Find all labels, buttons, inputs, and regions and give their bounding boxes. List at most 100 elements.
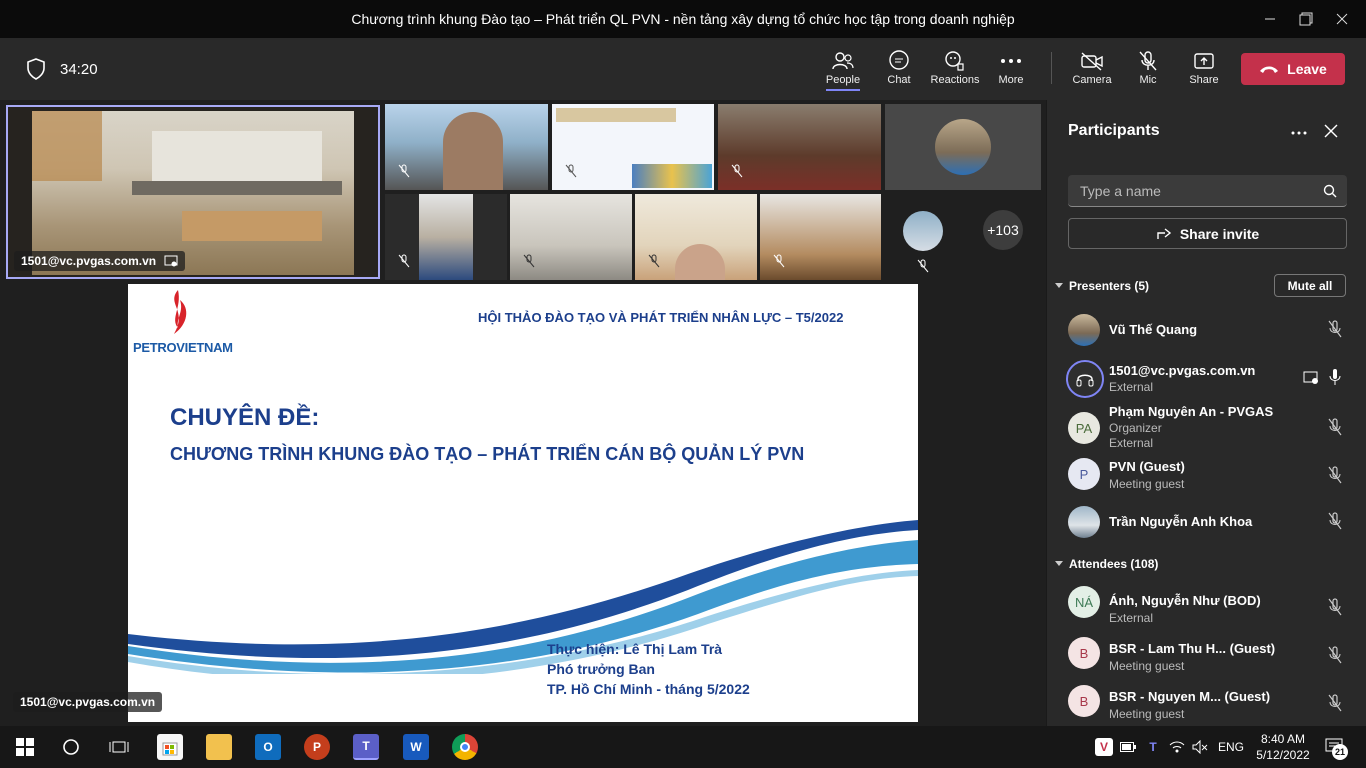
clock-time: 8:40 AM (1260, 732, 1306, 746)
more-label: More (998, 74, 1024, 86)
chevron-down-icon (1055, 283, 1063, 288)
more-button[interactable]: More (983, 48, 1039, 86)
meeting-toolbar: 34:20 People Chat Reactions More Camera … (0, 38, 1366, 100)
toolbar-divider (1051, 52, 1052, 84)
participant-subtitle: Meeting guest (1109, 477, 1185, 491)
video-tile[interactable] (885, 104, 1041, 190)
shield-icon (27, 58, 45, 80)
wifi-icon[interactable] (1168, 738, 1186, 756)
video-tile[interactable] (718, 104, 881, 190)
camera-button[interactable]: Camera (1064, 48, 1120, 86)
close-panel-icon[interactable] (1324, 124, 1338, 143)
participant-person (419, 194, 473, 280)
volume-muted-icon[interactable] (1191, 738, 1209, 756)
chevron-down-icon (1055, 561, 1063, 566)
participant-row[interactable]: PA Phạm Nguyên An - PVGAS Organizer Exte… (1068, 404, 1358, 456)
participant-row[interactable]: B BSR - Nguyen M... (Guest) Meeting gues… (1068, 683, 1358, 727)
avatar: B (1068, 637, 1100, 669)
participant-name: Ánh, Nguyễn Như (BOD) (1109, 593, 1261, 608)
participant-search-input[interactable]: Type a name (1068, 175, 1347, 207)
participant-row[interactable]: NÁ Ánh, Nguyễn Như (BOD) External (1068, 584, 1358, 628)
participant-row[interactable]: P PVN (Guest) Meeting guest (1068, 456, 1358, 500)
avatar: NÁ (1068, 586, 1100, 618)
word-app-icon[interactable]: W (403, 734, 429, 760)
panel-more-icon[interactable] (1291, 122, 1307, 140)
participant-name: PVN (Guest) (1109, 459, 1185, 474)
people-button[interactable]: People (815, 48, 871, 91)
mute-all-button[interactable]: Mute all (1274, 274, 1346, 297)
outlook-app-icon[interactable]: O (255, 734, 281, 760)
participant-name: 1501@vc.pvgas.com.vn (1109, 363, 1256, 378)
participant-subtitle: Organizer (1109, 421, 1162, 435)
leave-button[interactable]: Leave (1241, 53, 1345, 85)
windows-start-icon[interactable] (12, 734, 38, 760)
reactions-button[interactable]: Reactions (927, 48, 983, 86)
avatar: B (1068, 685, 1100, 717)
attendees-section-header[interactable]: Attendees (108) (1055, 557, 1158, 571)
video-tile[interactable] (635, 194, 757, 280)
input-language[interactable]: ENG (1218, 740, 1244, 754)
mic-off-icon (1328, 694, 1342, 717)
mic-off-icon (1328, 320, 1342, 343)
participant-row[interactable]: B BSR - Lam Thu H... (Guest) Meeting gue… (1068, 635, 1358, 679)
teams-app-icon[interactable]: T (353, 734, 379, 760)
mic-off-icon (1328, 598, 1342, 621)
video-tile[interactable] (760, 194, 881, 280)
maximize-icon[interactable] (1288, 0, 1324, 38)
people-icon (832, 52, 854, 70)
task-view-icon[interactable] (106, 734, 132, 760)
mic-off-icon (1328, 512, 1342, 535)
share-button[interactable]: Share (1176, 48, 1232, 86)
mic-off-icon (1328, 646, 1342, 669)
close-window-icon[interactable] (1324, 0, 1360, 38)
people-label: People (825, 74, 861, 91)
avatar: PA (1068, 412, 1100, 444)
hang-up-icon (1260, 66, 1279, 73)
chat-button[interactable]: Chat (871, 48, 927, 86)
presenters-section-header[interactable]: Presenters (5) (1055, 279, 1149, 293)
powerpoint-app-icon[interactable]: P (304, 734, 330, 760)
participant-row[interactable]: Vũ Thế Quang (1068, 310, 1358, 354)
participant-row[interactable]: Trần Nguyễn Anh Khoa (1068, 502, 1358, 546)
file-explorer-icon[interactable] (206, 734, 232, 760)
participants-panel: Participants Type a name Share invite Pr… (1046, 100, 1366, 726)
notification-center-icon[interactable]: 21 (1324, 736, 1348, 761)
slide-position-line: Phó trưởng Ban (547, 661, 655, 677)
meeting-timer: 34:20 (26, 58, 98, 80)
leave-label: Leave (1287, 61, 1327, 77)
chrome-app-icon[interactable] (452, 734, 478, 760)
main-tile-name-tag: 1501@vc.pvgas.com.vn (14, 251, 186, 271)
main-video-tile[interactable]: 1501@vc.pvgas.com.vn (6, 105, 380, 279)
minimize-icon[interactable] (1252, 0, 1288, 38)
overflow-count[interactable]: +103 (983, 210, 1023, 250)
tray-v-icon[interactable]: V (1095, 738, 1113, 756)
teams-tray-icon[interactable]: T (1144, 738, 1162, 756)
store-app-icon[interactable] (157, 734, 183, 760)
mic-button[interactable]: Mic (1120, 48, 1176, 86)
brand-text: PETROVIETNAM (133, 340, 233, 355)
mic-off-icon (562, 162, 580, 180)
shared-slide: PETROVIETNAM HỘI THẢO ĐÀO TẠO VÀ PHÁT TR… (128, 284, 918, 722)
share-label: Share (1189, 74, 1219, 86)
search-taskbar-icon[interactable] (58, 734, 84, 760)
slide-place-line: TP. Hồ Chí Minh - tháng 5/2022 (547, 681, 750, 697)
video-tile[interactable] (552, 104, 714, 190)
participant-name: Phạm Nguyên An - PVGAS (1109, 404, 1274, 419)
camera-label: Camera (1072, 74, 1112, 86)
participant-avatar[interactable] (903, 211, 943, 251)
share-invite-button[interactable]: Share invite (1068, 218, 1347, 249)
mic-off-icon (1328, 466, 1342, 489)
video-tile[interactable] (510, 194, 632, 280)
presenters-label: Presenters (5) (1069, 279, 1150, 293)
battery-icon[interactable] (1119, 738, 1137, 756)
video-tile[interactable] (385, 104, 548, 190)
video-tile[interactable] (385, 194, 507, 280)
chat-icon (889, 50, 909, 70)
presenter-name-tag: 1501@vc.pvgas.com.vn (13, 692, 163, 712)
participant-row[interactable]: 1501@vc.pvgas.com.vn External (1066, 358, 1358, 402)
slide-topic-title: CHƯƠNG TRÌNH KHUNG ĐÀO TẠO – PHÁT TRIỂN … (170, 444, 805, 464)
participant-subtitle: External (1109, 380, 1154, 394)
system-clock[interactable]: 8:40 AM 5/12/2022 (1248, 731, 1318, 763)
meeting-stage: 1501@vc.pvgas.com.vn +103 PETROVIETNAM H… (0, 100, 1046, 726)
notification-badge: 21 (1332, 744, 1348, 760)
